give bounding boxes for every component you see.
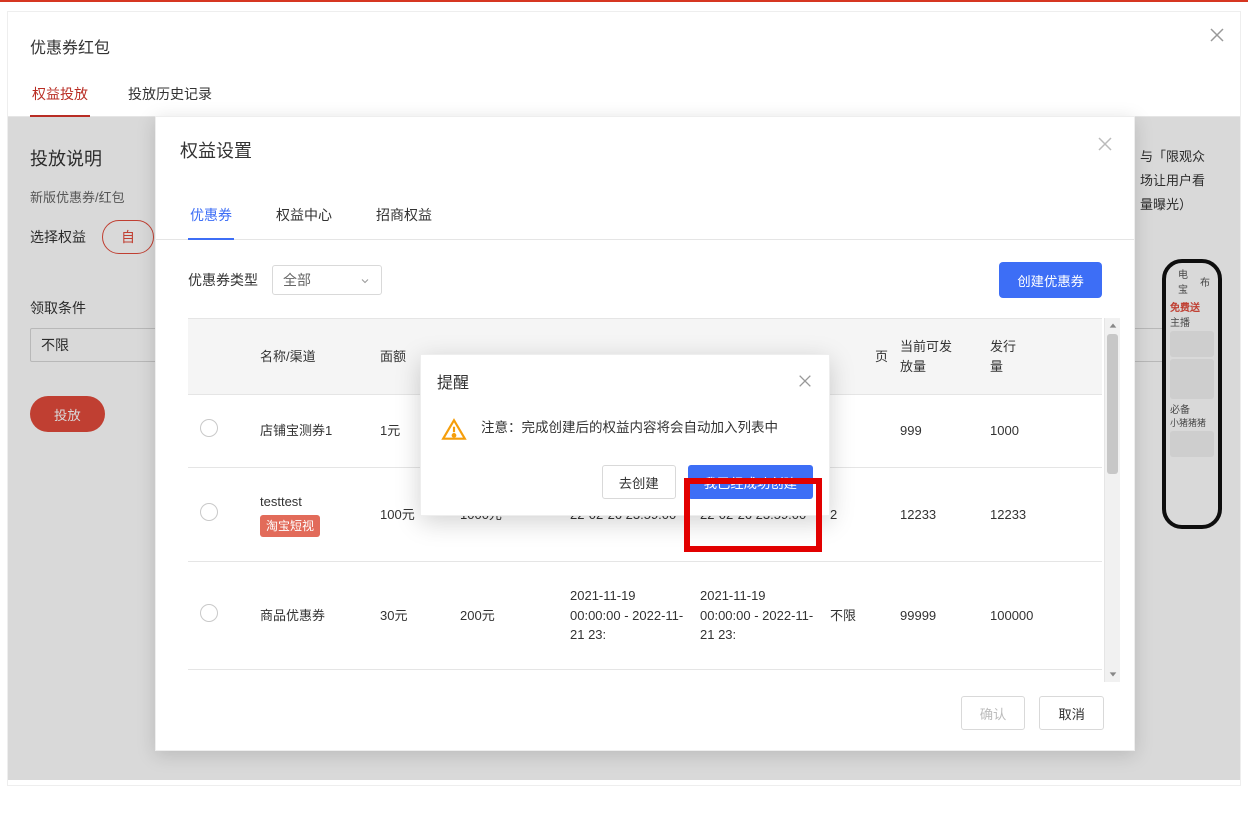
- tab-distribute[interactable]: 权益投放: [30, 76, 90, 116]
- tab-coupons[interactable]: 优惠券: [188, 195, 234, 239]
- modal-footer: 确认 取消: [156, 682, 1134, 750]
- alert-title: 提醒: [437, 369, 469, 393]
- row-avail: 999: [894, 421, 984, 441]
- chevron-down-icon: [359, 274, 371, 286]
- create-coupon-button[interactable]: 创建优惠券: [999, 262, 1102, 298]
- table-scrollbar[interactable]: [1104, 318, 1120, 682]
- tab-merchant-rights[interactable]: 招商权益: [374, 195, 434, 239]
- row-radio[interactable]: [200, 419, 218, 437]
- coupon-type-select[interactable]: 全部: [272, 265, 382, 295]
- dialog-title: 优惠券红包: [8, 12, 1240, 76]
- row-avail: 99999: [894, 606, 984, 626]
- close-icon[interactable]: [797, 373, 813, 389]
- col-name: 名称/渠道: [254, 347, 374, 367]
- row-name: 商品优惠券: [260, 606, 368, 626]
- scrollbar-thumb[interactable]: [1107, 334, 1118, 474]
- outer-tabs: 权益投放 投放历史记录: [8, 76, 1240, 117]
- row-time2: 2021-11-19 00:00:00 - 2022-11-21 23:: [694, 586, 824, 645]
- already-created-button[interactable]: 我已经成功创建: [688, 465, 813, 499]
- reminder-alert: 提醒 注意：完成创建后的权益内容将会自动加入列表中 去创建 我已经成功创建: [420, 354, 830, 516]
- tab-rights-center[interactable]: 权益中心: [274, 195, 334, 239]
- row-amount: 30元: [374, 606, 454, 626]
- channel-tag: 淘宝短视: [260, 515, 320, 537]
- col-avail: 当前可发 放量: [894, 337, 984, 376]
- row-name: testtest: [260, 492, 368, 512]
- alert-message: 注意：完成创建后的权益内容将会自动加入列表中: [481, 417, 778, 439]
- row-radio[interactable]: [200, 503, 218, 521]
- close-icon[interactable]: [1208, 26, 1226, 44]
- filter-row: 优惠券类型 全部 创建优惠券: [156, 240, 1134, 308]
- row-threshold: 200元: [454, 606, 564, 626]
- modal-tabs: 优惠券 权益中心 招商权益: [156, 195, 1134, 240]
- row-radio[interactable]: [200, 604, 218, 622]
- row-issued: 100000: [984, 606, 1054, 626]
- col-issued: 发行 量: [984, 337, 1054, 376]
- row-time1: 2021-11-19 00:00:00 - 2022-11-21 23:: [564, 586, 694, 645]
- coupon-type-value: 全部: [283, 270, 311, 290]
- close-icon[interactable]: [1096, 135, 1114, 153]
- row-limit: 2: [824, 505, 894, 525]
- modal-title: 权益设置: [156, 117, 1134, 175]
- cancel-button[interactable]: 取消: [1039, 696, 1104, 730]
- warning-icon: [441, 417, 467, 443]
- row-name: 店铺宝测券1: [260, 421, 368, 441]
- tab-history[interactable]: 投放历史记录: [126, 76, 214, 116]
- scroll-up-icon[interactable]: [1105, 318, 1120, 334]
- scroll-down-icon[interactable]: [1105, 666, 1120, 682]
- confirm-button[interactable]: 确认: [961, 696, 1026, 730]
- row-issued: 1000: [984, 421, 1054, 441]
- row-limit: 不限: [824, 606, 894, 626]
- row-avail: 12233: [894, 505, 984, 525]
- page-top-accent: [0, 0, 1248, 2]
- table-row: 商品优惠券 30元 200元 2021-11-19 00:00:00 - 202…: [188, 562, 1102, 670]
- coupon-type-label: 优惠券类型: [188, 270, 258, 290]
- go-create-button[interactable]: 去创建: [602, 465, 676, 499]
- row-issued: 12233: [984, 505, 1054, 525]
- col-partial: 页: [824, 347, 894, 367]
